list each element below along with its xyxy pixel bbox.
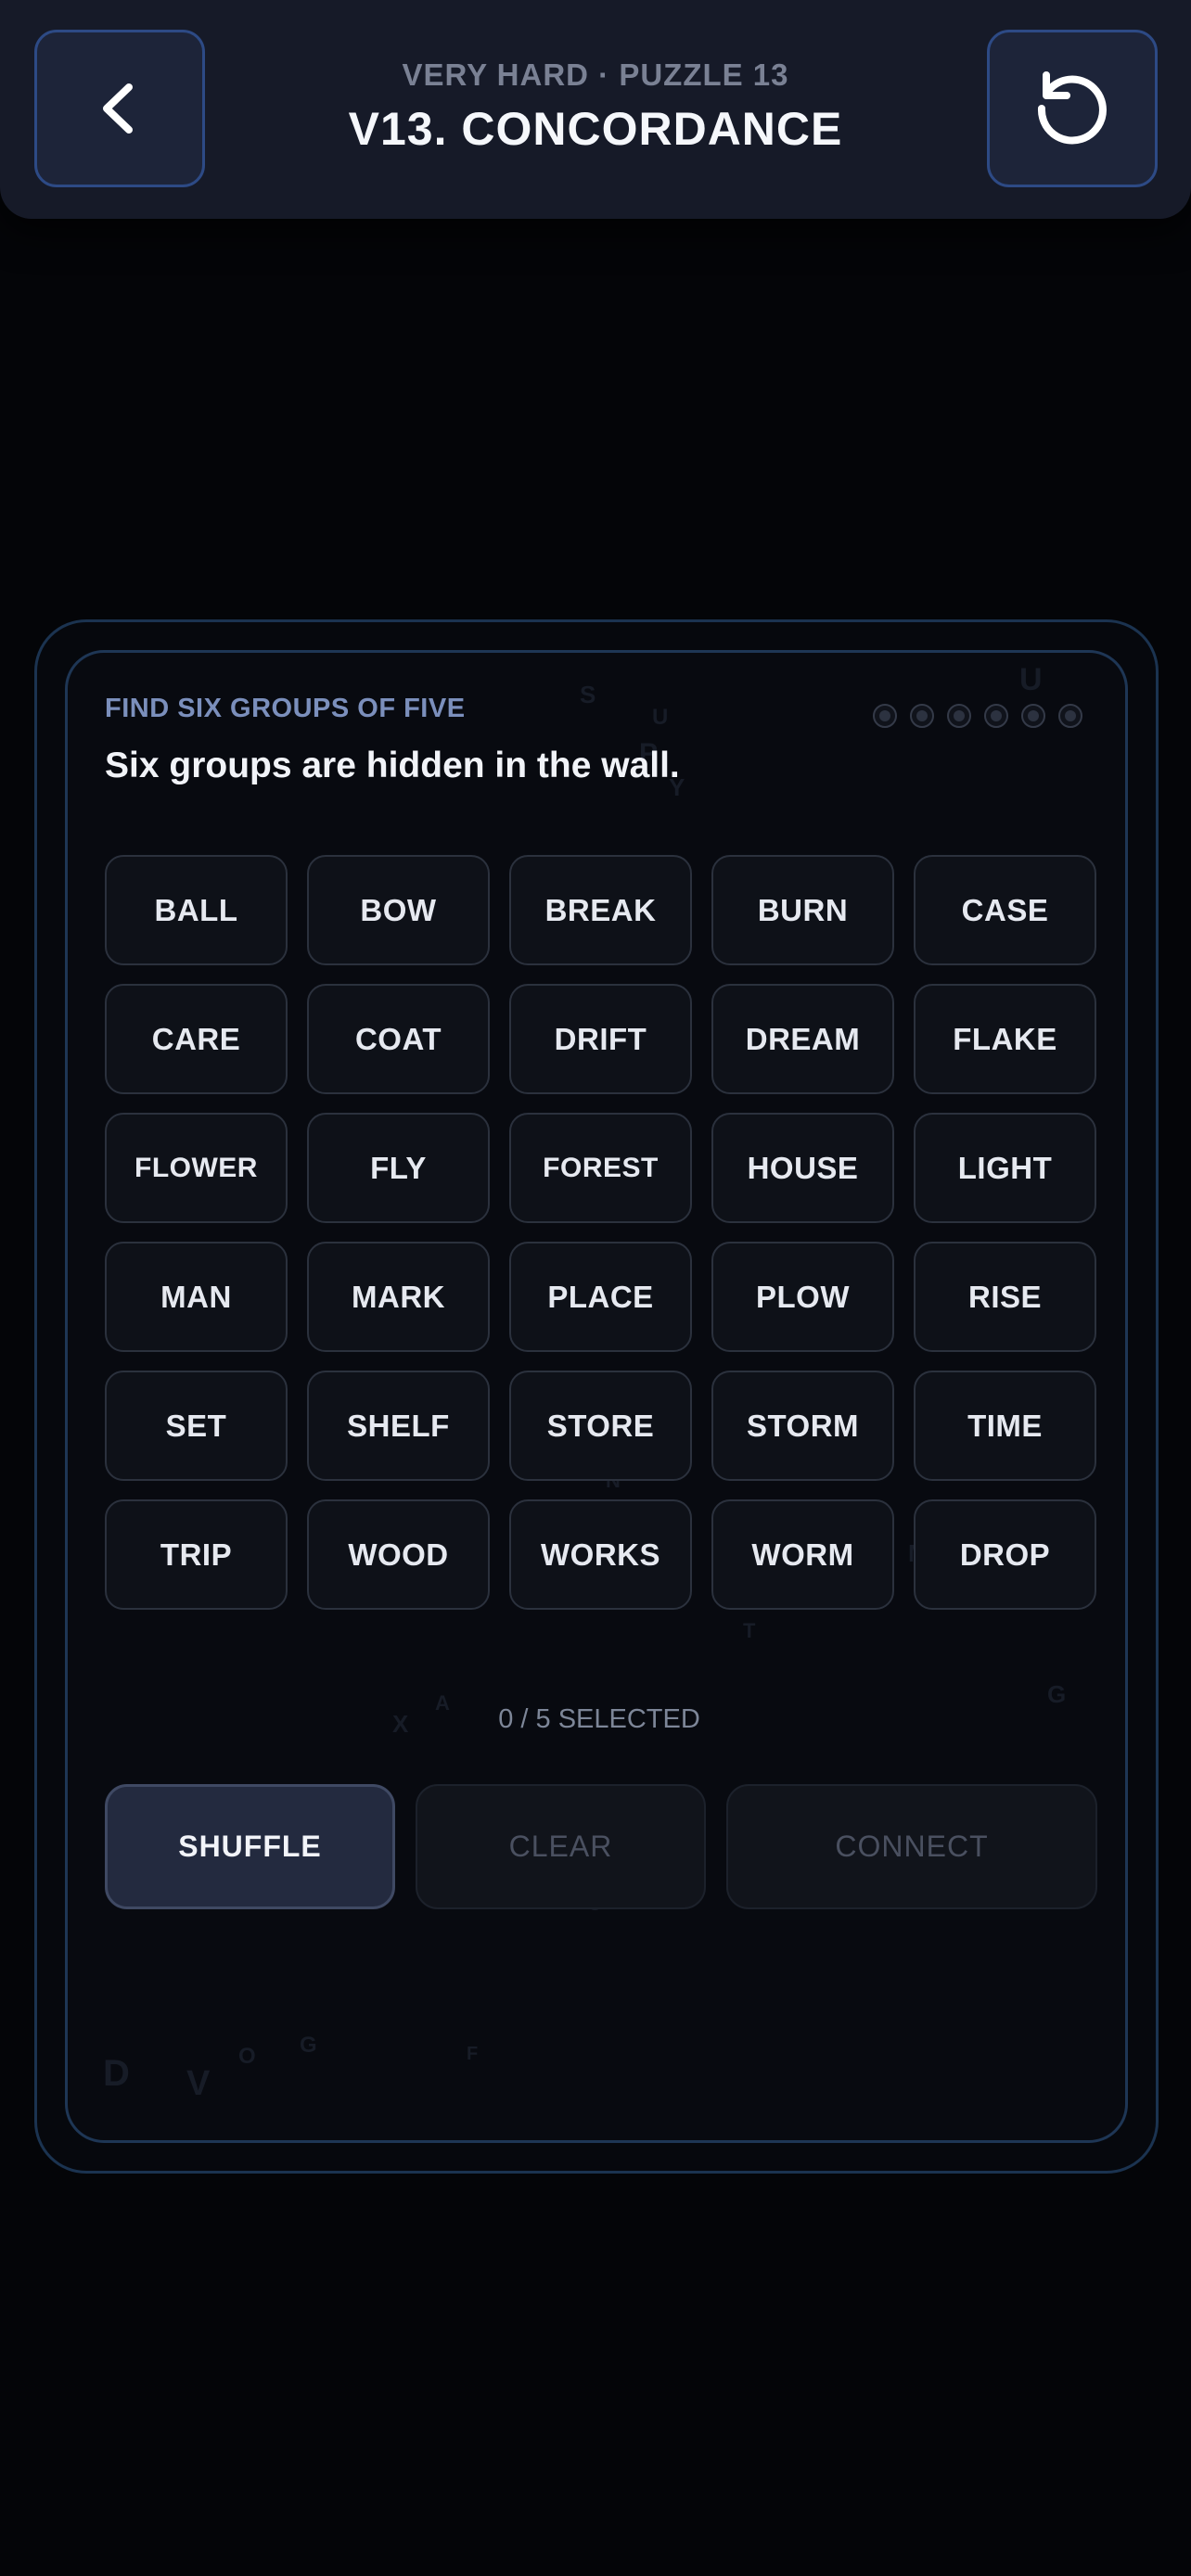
group-dot <box>873 704 897 728</box>
word-tile[interactable]: RISE <box>914 1242 1096 1352</box>
word-tile[interactable]: DREAM <box>711 984 894 1094</box>
board-panel: S U P Y U N M T G X A S L O D V O G F FI… <box>65 650 1128 2143</box>
word-tile[interactable]: SHELF <box>307 1371 490 1481</box>
connect-button[interactable]: CONNECT <box>726 1784 1097 1909</box>
word-tile[interactable]: PLACE <box>509 1242 692 1352</box>
word-tile[interactable]: MARK <box>307 1242 490 1352</box>
word-tile[interactable]: WORKS <box>509 1499 692 1610</box>
word-tile[interactable]: FOREST <box>509 1113 692 1223</box>
word-tile[interactable]: BURN <box>711 855 894 965</box>
word-tile[interactable]: HOUSE <box>711 1113 894 1223</box>
word-tile[interactable]: WORM <box>711 1499 894 1610</box>
word-tile[interactable]: STORM <box>711 1371 894 1481</box>
group-dot <box>984 704 1008 728</box>
clear-button[interactable]: CLEAR <box>416 1784 706 1909</box>
reset-icon <box>1037 71 1107 145</box>
group-dot <box>947 704 971 728</box>
word-tile[interactable]: STORE <box>509 1371 692 1481</box>
word-tile[interactable]: SET <box>105 1371 288 1481</box>
word-tile[interactable]: FLOWER <box>105 1113 288 1223</box>
word-tile[interactable]: CASE <box>914 855 1096 965</box>
board-frame: S U P Y U N M T G X A S L O D V O G F FI… <box>34 619 1159 2174</box>
shuffle-button[interactable]: SHUFFLE <box>105 1784 395 1909</box>
group-dot <box>1021 704 1045 728</box>
word-tile[interactable]: FLAKE <box>914 984 1096 1094</box>
word-tile[interactable]: COAT <box>307 984 490 1094</box>
word-tile[interactable]: BREAK <box>509 855 692 965</box>
word-tile[interactable]: BOW <box>307 855 490 965</box>
word-tile[interactable]: TRIP <box>105 1499 288 1610</box>
word-tile[interactable]: DROP <box>914 1499 1096 1610</box>
top-bar: VERY HARD · PUZZLE 13 V13. CONCORDANCE <box>0 0 1191 219</box>
word-tile[interactable]: MAN <box>105 1242 288 1352</box>
word-tile[interactable]: BALL <box>105 855 288 965</box>
selection-counter: 0 / 5 SELECTED <box>498 1704 700 1734</box>
word-tile[interactable]: PLOW <box>711 1242 894 1352</box>
instruction-label: FIND SIX GROUPS OF FIVE <box>105 694 466 723</box>
word-tile[interactable]: FLY <box>307 1113 490 1223</box>
group-progress <box>873 704 1082 728</box>
word-tile[interactable]: WOOD <box>307 1499 490 1610</box>
word-tile[interactable]: TIME <box>914 1371 1096 1481</box>
word-tile[interactable]: DRIFT <box>509 984 692 1094</box>
group-dot <box>910 704 934 728</box>
word-tile[interactable]: CARE <box>105 984 288 1094</box>
group-dot <box>1058 704 1082 728</box>
puzzle-description: Six groups are hidden in the wall. <box>105 746 680 785</box>
word-tile[interactable]: LIGHT <box>914 1113 1096 1223</box>
word-grid: BALL BOW BREAK BURN CASE CARE COAT DRIFT… <box>105 855 1097 1610</box>
reset-button[interactable] <box>987 30 1158 187</box>
